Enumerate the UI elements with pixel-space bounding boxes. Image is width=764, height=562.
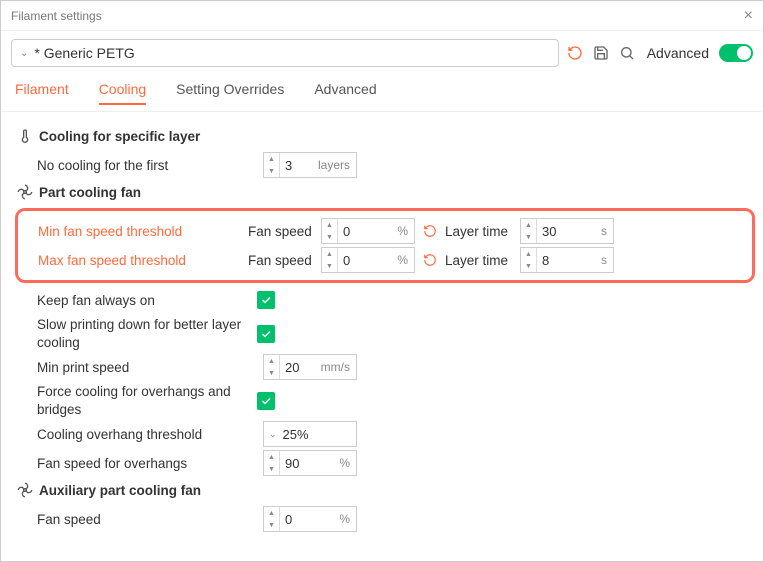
titlebar: Filament settings × xyxy=(1,1,763,31)
reset-icon[interactable] xyxy=(565,43,585,63)
fan-icon xyxy=(17,184,33,200)
chevron-up-icon[interactable]: ▲ xyxy=(322,248,337,260)
close-icon[interactable]: × xyxy=(744,7,753,25)
chevron-down-icon[interactable]: ▼ xyxy=(521,260,536,272)
chevron-up-icon[interactable]: ▲ xyxy=(322,219,337,231)
search-icon[interactable] xyxy=(617,43,637,63)
reset-icon[interactable] xyxy=(421,253,439,267)
min-print-speed-input[interactable]: ▲▼ 20 mm/s xyxy=(263,354,357,380)
tab-cooling[interactable]: Cooling xyxy=(99,75,146,105)
chevron-up-icon[interactable]: ▲ xyxy=(264,507,279,519)
min-fan-threshold-label: Min fan speed threshold xyxy=(38,224,248,239)
chevron-down-icon[interactable]: ▼ xyxy=(264,519,279,531)
fan-speed-sublabel: Fan speed xyxy=(248,253,321,268)
chevron-down-icon: ⌄ xyxy=(20,48,28,59)
chevron-down-icon[interactable]: ▼ xyxy=(322,231,337,243)
min-layer-time-input[interactable]: ▲▼ 30 s xyxy=(520,218,614,244)
chevron-down-icon: ⌄ xyxy=(264,429,282,440)
advanced-label: Advanced xyxy=(647,45,709,61)
chevron-down-icon[interactable]: ▼ xyxy=(264,463,279,475)
advanced-toggle[interactable] xyxy=(719,44,753,62)
section-aux-fan: Auxiliary part cooling fan xyxy=(17,482,747,498)
aux-fan-speed-input[interactable]: ▲▼ 0 % xyxy=(263,506,357,532)
preset-name: * Generic PETG xyxy=(34,45,134,61)
max-fan-threshold-label: Max fan speed threshold xyxy=(38,253,248,268)
thermometer-icon xyxy=(17,128,33,144)
overhang-fan-input[interactable]: ▲▼ 90 % xyxy=(263,450,357,476)
chevron-up-icon[interactable]: ▲ xyxy=(521,219,536,231)
section-part-cooling-fan: Part cooling fan xyxy=(17,184,747,200)
reset-icon[interactable] xyxy=(421,224,439,238)
window-title: Filament settings xyxy=(11,9,102,23)
keep-fan-on-label: Keep fan always on xyxy=(37,293,247,308)
no-cooling-input[interactable]: ▲▼ 3 layers xyxy=(263,152,357,178)
preset-dropdown[interactable]: ⌄ * Generic PETG xyxy=(11,39,559,67)
overhang-threshold-label: Cooling overhang threshold xyxy=(37,427,247,442)
chevron-down-icon[interactable]: ▼ xyxy=(322,260,337,272)
force-cooling-label: Force cooling for overhangs and bridges xyxy=(37,383,247,418)
highlight-box: Min fan speed threshold Fan speed ▲▼ 0 %… xyxy=(15,208,755,283)
chevron-up-icon[interactable]: ▲ xyxy=(264,451,279,463)
chevron-up-icon[interactable]: ▲ xyxy=(264,153,279,165)
min-fan-speed-input[interactable]: ▲▼ 0 % xyxy=(321,218,415,244)
fan-icon xyxy=(17,482,33,498)
slow-printing-label: Slow printing down for better layer cool… xyxy=(37,316,247,351)
max-layer-time-input[interactable]: ▲▼ 8 s xyxy=(520,247,614,273)
slow-printing-checkbox[interactable] xyxy=(257,325,275,343)
tab-advanced[interactable]: Advanced xyxy=(314,75,376,105)
save-icon[interactable] xyxy=(591,43,611,63)
keep-fan-on-checkbox[interactable] xyxy=(257,291,275,309)
chevron-down-icon[interactable]: ▼ xyxy=(264,367,279,379)
fan-speed-sublabel: Fan speed xyxy=(248,224,321,239)
content-area: Cooling for specific layer No cooling fo… xyxy=(1,112,763,561)
tabs: Filament Cooling Setting Overrides Advan… xyxy=(1,75,763,112)
max-fan-speed-input[interactable]: ▲▼ 0 % xyxy=(321,247,415,273)
force-cooling-checkbox[interactable] xyxy=(257,392,275,410)
tab-filament[interactable]: Filament xyxy=(15,75,69,105)
no-cooling-label: No cooling for the first xyxy=(37,158,247,173)
toolbar: ⌄ * Generic PETG Advanced xyxy=(1,31,763,75)
tab-setting-overrides[interactable]: Setting Overrides xyxy=(176,75,284,105)
min-print-speed-label: Min print speed xyxy=(37,360,247,375)
chevron-down-icon[interactable]: ▼ xyxy=(521,231,536,243)
layer-time-sublabel: Layer time xyxy=(445,224,520,239)
filament-settings-window: Filament settings × ⌄ * Generic PETG Adv… xyxy=(0,0,764,562)
layer-time-sublabel: Layer time xyxy=(445,253,520,268)
chevron-up-icon[interactable]: ▲ xyxy=(264,355,279,367)
section-cooling-specific: Cooling for specific layer xyxy=(17,128,747,144)
chevron-up-icon[interactable]: ▲ xyxy=(521,248,536,260)
overhang-threshold-select[interactable]: ⌄ 25% xyxy=(263,421,357,447)
chevron-down-icon[interactable]: ▼ xyxy=(264,165,279,177)
aux-fan-speed-label: Fan speed xyxy=(37,512,247,527)
overhang-fan-label: Fan speed for overhangs xyxy=(37,456,247,471)
